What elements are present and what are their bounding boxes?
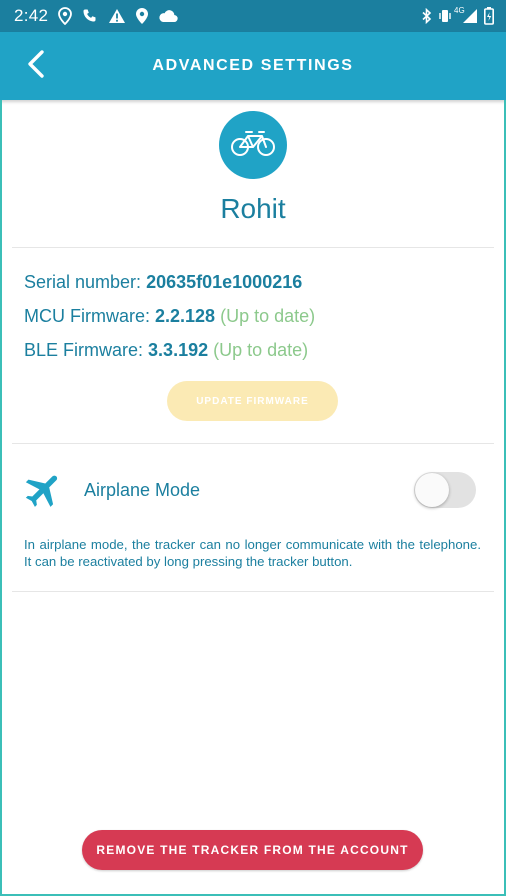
bicycle-icon [229, 128, 277, 163]
serial-number-row: Serial number: 20635f01e1000216 [24, 272, 302, 293]
airplane-mode-toggle[interactable] [414, 472, 476, 508]
signal-icon: 4G [454, 6, 478, 24]
network-label: 4G [454, 6, 465, 15]
airplane-mode-description: In airplane mode, the tracker can no lon… [24, 537, 481, 569]
mcu-firmware-row: MCU Firmware: 2.2.128 (Up to date) [24, 306, 315, 327]
status-bar: 2:42 4G [0, 0, 506, 32]
mcu-firmware-value: 2.2.128 [155, 306, 216, 326]
toggle-knob [415, 473, 449, 507]
ble-firmware-status: (Up to date) [213, 340, 309, 360]
vibrate-icon [438, 8, 452, 24]
chevron-left-icon [26, 49, 46, 84]
ble-firmware-value: 3.3.192 [148, 340, 209, 360]
status-bar-left: 2:42 [14, 6, 178, 26]
airplane-icon [22, 468, 66, 512]
divider [12, 591, 494, 592]
mcu-firmware-status: (Up to date) [220, 306, 316, 326]
bluetooth-icon [422, 8, 432, 24]
device-avatar [219, 111, 287, 179]
back-button[interactable] [20, 49, 52, 84]
map-pin-icon [136, 8, 149, 24]
app-bar: ADVANCED SETTINGS [0, 32, 506, 100]
status-bar-right: 4G [422, 6, 494, 25]
ble-firmware-row: BLE Firmware: 3.3.192 (Up to date) [24, 340, 308, 361]
status-time: 2:42 [14, 6, 49, 25]
cloud-icon [158, 9, 178, 23]
device-name: Rohit [220, 193, 286, 224]
battery-icon [484, 7, 494, 25]
serial-number-label: Serial number: [24, 272, 142, 292]
update-firmware-button[interactable]: UPDATE FIRMWARE [167, 381, 338, 421]
divider [12, 443, 494, 444]
warning-icon [108, 8, 126, 24]
phone-icon [82, 8, 98, 24]
divider [12, 247, 494, 248]
location-icon [58, 7, 73, 25]
airplane-mode-label: Airplane Mode [84, 480, 201, 500]
remove-tracker-button[interactable]: REMOVE THE TRACKER FROM THE ACCOUNT [82, 830, 423, 870]
ble-firmware-label: BLE Firmware: [24, 340, 144, 360]
serial-number-value: 20635f01e1000216 [146, 272, 303, 292]
mcu-firmware-label: MCU Firmware: [24, 306, 150, 326]
page-title: ADVANCED SETTINGS [152, 57, 354, 74]
